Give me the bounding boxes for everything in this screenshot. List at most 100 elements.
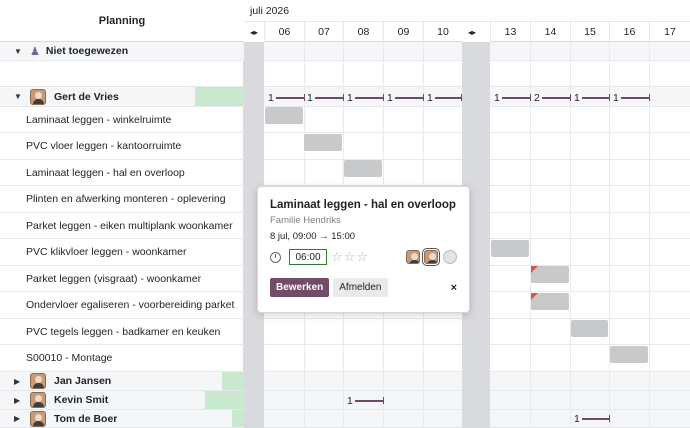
day-header[interactable]: 14 bbox=[530, 22, 570, 42]
load-indicator: 1 bbox=[307, 91, 345, 105]
load-line bbox=[620, 95, 651, 101]
shift-pill[interactable] bbox=[610, 346, 648, 363]
day-header[interactable]: 07 bbox=[304, 22, 343, 42]
allocated-hours-field[interactable]: 06:00 bbox=[289, 249, 327, 265]
load-indicator: 1 bbox=[494, 91, 532, 105]
load-count: 1 bbox=[307, 92, 313, 104]
caret-down-icon[interactable]: ▼ bbox=[14, 92, 24, 101]
group-name: Gert de Vries bbox=[54, 90, 119, 103]
column-title: Planning bbox=[0, 0, 244, 42]
load-indicator: 1 bbox=[387, 91, 425, 105]
group-label: ▶ Jan Jansen bbox=[0, 372, 244, 390]
popover-title: Laminaat leggen - hal en overloop bbox=[270, 199, 456, 211]
task-row[interactable]: S00010 - Montage bbox=[0, 345, 690, 372]
task-label: PVC vloer leggen - kantoorruimte bbox=[26, 140, 182, 152]
shift-pill[interactable] bbox=[304, 134, 342, 151]
group-name: Kevin Smit bbox=[54, 394, 109, 406]
avatar bbox=[30, 88, 46, 105]
load-count: 1 bbox=[613, 92, 619, 104]
load-indicator: 1 bbox=[268, 91, 306, 105]
group-label: ▼ Gert de Vries bbox=[0, 87, 244, 106]
day-header[interactable]: 06 bbox=[264, 22, 304, 42]
load-indicator: 1 bbox=[613, 91, 651, 105]
load-line bbox=[541, 95, 572, 101]
day-header[interactable]: 09 bbox=[383, 22, 423, 42]
avatar[interactable] bbox=[406, 250, 420, 264]
caret-down-icon[interactable]: ▼ bbox=[14, 47, 24, 56]
group-label: ▼ ♟ Niet toegewezen bbox=[0, 42, 244, 60]
popover-time-range: 8 jul, 09:00 → 15:00 bbox=[270, 231, 356, 242]
load-indicator: 1 bbox=[574, 91, 611, 105]
task-row[interactable]: Laminaat leggen - winkelruimte bbox=[0, 107, 690, 133]
load-count: 2 bbox=[534, 92, 540, 104]
load-line bbox=[581, 416, 611, 422]
shift-pill[interactable] bbox=[491, 240, 529, 257]
group-name: Jan Jansen bbox=[54, 375, 112, 387]
load-indicator: 2 bbox=[534, 91, 572, 105]
group-row-jan[interactable]: ▶ Jan Jansen bbox=[0, 372, 690, 391]
load-indicator: 1 bbox=[427, 91, 463, 105]
expand-weekend-icon[interactable]: ◂▸ bbox=[244, 22, 264, 42]
empty-row bbox=[0, 61, 690, 87]
task-label: Parket leggen (visgraat) - woonkamer bbox=[26, 272, 202, 285]
load-count: 1 bbox=[574, 92, 580, 104]
group-label: ▶ Kevin Smit bbox=[0, 391, 244, 409]
unsubscribe-button[interactable]: Afmelden bbox=[333, 278, 388, 297]
caret-right-icon[interactable]: ▶ bbox=[14, 414, 24, 423]
day-header[interactable]: 17 bbox=[649, 22, 690, 42]
load-indicator: 1 bbox=[347, 394, 385, 408]
task-label: PVC klikvloer leggen - woonkamer bbox=[26, 246, 187, 258]
load-line bbox=[501, 95, 532, 101]
popover-actions: Bewerken Afmelden × bbox=[270, 278, 457, 297]
edit-button[interactable]: Bewerken bbox=[270, 278, 330, 297]
shift-pill-selected[interactable] bbox=[344, 160, 382, 177]
load-line bbox=[581, 95, 611, 101]
task-label: S00010 - Montage bbox=[26, 352, 113, 364]
load-count: 1 bbox=[347, 92, 353, 104]
load-line bbox=[434, 95, 463, 101]
load-count: 1 bbox=[427, 92, 433, 104]
day-header[interactable]: 16 bbox=[609, 22, 649, 42]
empty-avatar-icon[interactable] bbox=[443, 250, 457, 264]
group-name: Tom de Boer bbox=[54, 412, 118, 425]
load-line bbox=[354, 398, 385, 404]
caret-right-icon[interactable]: ▶ bbox=[14, 396, 24, 405]
popover-customer: Familie Hendriks bbox=[270, 215, 341, 226]
task-label: Laminaat leggen - winkelruimte bbox=[26, 113, 172, 126]
close-icon[interactable]: × bbox=[451, 282, 457, 294]
clock-icon bbox=[270, 251, 281, 263]
priority-stars[interactable]: ☆☆☆ bbox=[331, 249, 369, 265]
group-name: Niet toegewezen bbox=[45, 45, 129, 57]
load-count: 1 bbox=[387, 92, 393, 104]
task-row[interactable]: PVC vloer leggen - kantoorruimte bbox=[0, 133, 690, 160]
group-label: ▶ Tom de Boer bbox=[0, 410, 244, 427]
load-line bbox=[354, 95, 385, 101]
load-count: 1 bbox=[574, 413, 580, 425]
person-icon: ♟ bbox=[30, 45, 40, 58]
load-line bbox=[314, 95, 345, 101]
day-header[interactable]: 15 bbox=[570, 22, 609, 42]
task-label: Plinten en afwerking monteren - opleveri… bbox=[26, 193, 226, 205]
load-line bbox=[394, 95, 425, 101]
day-header[interactable]: 08 bbox=[343, 22, 383, 42]
day-header[interactable]: 10 bbox=[423, 22, 462, 42]
load-count: 1 bbox=[268, 92, 274, 104]
shift-popover: Laminaat leggen - hal en overloop Famili… bbox=[257, 186, 470, 313]
shift-pill[interactable] bbox=[265, 107, 303, 124]
popover-details: 06:00 ☆☆☆ bbox=[270, 248, 457, 266]
avatar bbox=[30, 392, 46, 408]
load-indicator: 1 bbox=[574, 412, 611, 426]
load-line bbox=[275, 95, 306, 101]
avatar bbox=[30, 373, 46, 389]
shift-pill[interactable] bbox=[571, 320, 608, 337]
expand-weekend-icon[interactable]: ◂▸ bbox=[462, 22, 482, 42]
load-count: 1 bbox=[494, 92, 500, 104]
day-header[interactable]: 13 bbox=[490, 22, 530, 42]
shift-pill-warning[interactable] bbox=[531, 266, 569, 283]
avatar-selected[interactable] bbox=[422, 248, 440, 266]
load-indicator: 1 bbox=[347, 91, 385, 105]
shift-pill-warning[interactable] bbox=[531, 293, 569, 310]
caret-right-icon[interactable]: ▶ bbox=[14, 377, 24, 386]
group-row-unassigned[interactable]: ▼ ♟ Niet toegewezen bbox=[0, 42, 690, 61]
group-row-kevin[interactable]: ▶ Kevin Smit bbox=[0, 391, 690, 410]
